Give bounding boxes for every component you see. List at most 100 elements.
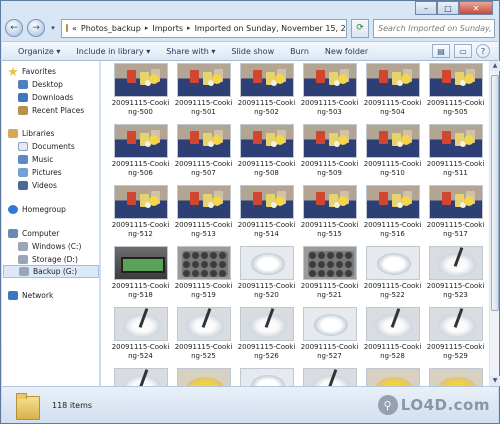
organize-menu[interactable]: Organize ▾ bbox=[10, 47, 68, 56]
breadcrumb-imports[interactable]: Imports bbox=[152, 24, 183, 33]
file-tile[interactable]: 20091115-Cooking-524 bbox=[109, 307, 172, 368]
refresh-button[interactable]: ⟳ bbox=[351, 18, 369, 38]
view-controls: ▤ ▭ ? bbox=[432, 44, 490, 58]
file-tile[interactable]: 20091115-Cooking-526 bbox=[235, 307, 298, 368]
nav-homegroup[interactable]: Homegroup bbox=[8, 203, 66, 216]
nav-downloads[interactable]: Downloads bbox=[18, 91, 73, 104]
file-tile[interactable] bbox=[172, 368, 235, 386]
maximize-button[interactable]: □ bbox=[437, 1, 459, 15]
nav-favorites[interactable]: Favorites bbox=[8, 65, 56, 78]
nav-libraries[interactable]: Libraries bbox=[8, 127, 54, 140]
forward-button[interactable]: → bbox=[27, 19, 45, 37]
file-tile[interactable]: 20091115-Cooking-515 bbox=[298, 185, 361, 246]
file-tile[interactable]: 20091115-Cooking-519 bbox=[172, 246, 235, 307]
file-tile[interactable]: 20091115-Cooking-509 bbox=[298, 124, 361, 185]
nav-drive-c[interactable]: Windows (C:) bbox=[18, 240, 81, 253]
file-name: 20091115-Cooking-528 bbox=[363, 343, 422, 360]
burn-button[interactable]: Burn bbox=[282, 47, 317, 56]
scroll-down-icon[interactable]: ▼ bbox=[490, 376, 500, 386]
file-tile[interactable] bbox=[424, 368, 487, 386]
nav-label: Homegroup bbox=[22, 205, 66, 214]
address-bar[interactable]: « Photos_backup ▸ Imports ▸ Imported on … bbox=[61, 18, 347, 38]
new-folder-button[interactable]: New folder bbox=[317, 47, 376, 56]
file-tile[interactable]: 20091115-Cooking-525 bbox=[172, 307, 235, 368]
nav-recent-places[interactable]: Recent Places bbox=[18, 104, 84, 117]
nav-network[interactable]: Network bbox=[8, 289, 53, 302]
nav-label: Recent Places bbox=[32, 106, 85, 115]
file-tile[interactable]: 20091115-Cooking-505 bbox=[424, 63, 487, 124]
back-button[interactable]: ← bbox=[5, 19, 23, 37]
photo-thumbnail bbox=[302, 368, 357, 386]
file-tile[interactable]: 20091115-Cooking-516 bbox=[361, 185, 424, 246]
include-in-library-menu[interactable]: Include in library ▾ bbox=[68, 47, 158, 56]
file-tile[interactable] bbox=[298, 368, 361, 386]
root-chevron[interactable]: « bbox=[72, 24, 77, 33]
file-tile[interactable]: 20091115-Cooking-520 bbox=[235, 246, 298, 307]
photo-thumbnail bbox=[113, 368, 168, 386]
file-name: 20091115-Cooking-510 bbox=[363, 160, 422, 177]
file-tile[interactable]: 20091115-Cooking-503 bbox=[298, 63, 361, 124]
slide-show-button[interactable]: Slide show bbox=[223, 47, 282, 56]
file-tile[interactable]: 20091115-Cooking-521 bbox=[298, 246, 361, 307]
nav-label: Favorites bbox=[22, 67, 56, 76]
file-tile[interactable]: 20091115-Cooking-511 bbox=[424, 124, 487, 185]
file-tile[interactable]: 20091115-Cooking-502 bbox=[235, 63, 298, 124]
file-name: 20091115-Cooking-524 bbox=[111, 343, 170, 360]
breadcrumb-photos-backup[interactable]: Photos_backup bbox=[81, 24, 141, 33]
change-view-icon[interactable]: ▤ bbox=[432, 44, 450, 58]
recent-pages-dropdown[interactable]: ▾ bbox=[49, 24, 57, 32]
file-tile[interactable]: 20091115-Cooking-528 bbox=[361, 307, 424, 368]
file-tile[interactable]: 20091115-Cooking-522 bbox=[361, 246, 424, 307]
file-tile[interactable] bbox=[235, 368, 298, 386]
help-icon[interactable]: ? bbox=[476, 44, 490, 58]
file-tile[interactable]: 20091115-Cooking-508 bbox=[235, 124, 298, 185]
file-tile[interactable] bbox=[109, 368, 172, 386]
file-name: 20091115-Cooking-508 bbox=[237, 160, 296, 177]
file-tile[interactable]: 20091115-Cooking-500 bbox=[109, 63, 172, 124]
photo-thumbnail bbox=[113, 63, 168, 97]
file-tile[interactable]: 20091115-Cooking-518 bbox=[109, 246, 172, 307]
nav-documents[interactable]: Documents bbox=[18, 140, 75, 153]
thumbnail-grid: 20091115-Cooking-500 20091115-Cooking-501… bbox=[109, 63, 487, 386]
breadcrumb-separator[interactable]: ▸ bbox=[187, 24, 191, 32]
drive-icon bbox=[18, 242, 28, 251]
file-tile[interactable]: 20091115-Cooking-506 bbox=[109, 124, 172, 185]
vertical-scrollbar[interactable]: ▲ ▼ bbox=[489, 61, 500, 386]
nav-label: Libraries bbox=[22, 129, 55, 138]
nav-videos[interactable]: Videos bbox=[18, 179, 57, 192]
nav-label: Downloads bbox=[32, 93, 74, 102]
computer-icon bbox=[8, 229, 18, 238]
file-tile[interactable]: 20091115-Cooking-501 bbox=[172, 63, 235, 124]
file-tile[interactable] bbox=[361, 368, 424, 386]
file-tile[interactable]: 20091115-Cooking-504 bbox=[361, 63, 424, 124]
photo-thumbnail bbox=[365, 185, 420, 219]
file-tile[interactable]: 20091115-Cooking-510 bbox=[361, 124, 424, 185]
file-tile[interactable]: 20091115-Cooking-512 bbox=[109, 185, 172, 246]
nav-desktop[interactable]: Desktop bbox=[18, 78, 63, 91]
file-tile[interactable]: 20091115-Cooking-513 bbox=[172, 185, 235, 246]
preview-pane-icon[interactable]: ▭ bbox=[454, 44, 472, 58]
address-row: ← → ▾ « Photos_backup ▸ Imports ▸ Import… bbox=[1, 15, 499, 41]
minimize-button[interactable]: – bbox=[415, 1, 437, 15]
scroll-thumb[interactable] bbox=[491, 75, 499, 311]
search-input[interactable]: Search Imported on Sunday, Novembe... ⌕ bbox=[373, 18, 495, 38]
close-button[interactable]: ✕ bbox=[459, 1, 493, 15]
breadcrumb-imported-on[interactable]: Imported on Sunday, November 15, 2009 bbox=[195, 24, 346, 33]
nav-computer[interactable]: Computer bbox=[8, 227, 59, 240]
file-tile[interactable]: 20091115-Cooking-523 bbox=[424, 246, 487, 307]
file-tile[interactable]: 20091115-Cooking-514 bbox=[235, 185, 298, 246]
share-with-menu[interactable]: Share with ▾ bbox=[158, 47, 223, 56]
file-tile[interactable]: 20091115-Cooking-507 bbox=[172, 124, 235, 185]
nav-pictures[interactable]: Pictures bbox=[18, 166, 62, 179]
file-name: 20091115-Cooking-500 bbox=[111, 99, 170, 116]
breadcrumb-separator[interactable]: ▸ bbox=[145, 24, 149, 32]
file-tile[interactable]: 20091115-Cooking-527 bbox=[298, 307, 361, 368]
file-tile[interactable]: 20091115-Cooking-529 bbox=[424, 307, 487, 368]
nav-label: Videos bbox=[32, 181, 57, 190]
file-tile[interactable]: 20091115-Cooking-517 bbox=[424, 185, 487, 246]
file-name: 20091115-Cooking-517 bbox=[426, 221, 485, 238]
photo-thumbnail bbox=[176, 124, 231, 158]
nav-music[interactable]: Music bbox=[18, 153, 53, 166]
scroll-up-icon[interactable]: ▲ bbox=[490, 61, 500, 71]
nav-drive-g[interactable]: Backup (G:) bbox=[3, 265, 99, 278]
